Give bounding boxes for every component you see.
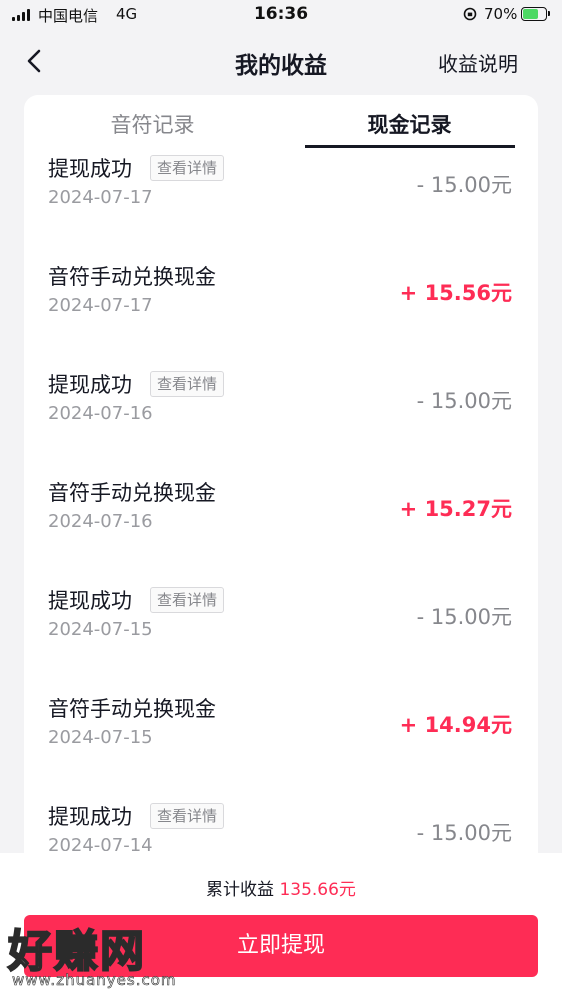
earnings-explanation-link[interactable]: 收益说明 [438, 48, 518, 77]
record-row[interactable]: 提现成功 查看详情 2024-07-14 - 15.00元 [24, 773, 538, 851]
record-name: 音符手动兑换现金 [48, 265, 216, 289]
record-name: 音符手动兑换现金 [48, 697, 216, 721]
view-details-button[interactable]: 查看详情 [150, 155, 225, 181]
record-tabs: 音符记录 现金记录 [24, 95, 538, 151]
record-row[interactable]: 音符手动兑换现金 2024-07-16 + 15.27元 [24, 449, 538, 557]
record-amount: - 15.00元 [416, 173, 512, 197]
status-bar: 中国电信 4G 16:36 70% [0, 0, 562, 30]
record-row[interactable]: 提现成功 查看详情 2024-07-15 - 15.00元 [24, 557, 538, 665]
record-date: 2024-07-16 [48, 511, 153, 532]
watermark-text: 好赚网 [7, 925, 146, 978]
record-amount: - 15.00元 [416, 605, 512, 629]
record-amount: + 14.94元 [399, 713, 512, 737]
cash-record-list[interactable]: 提现成功 查看详情 2024-07-17- 15.00元 音符手动兑换现金 2024-0… [24, 151, 538, 851]
tab-notes-records[interactable]: 音符记录 [24, 109, 281, 139]
record-name: 音符手动兑换现金 [48, 481, 216, 505]
record-date: 2024-07-15 [48, 619, 153, 640]
record-date: 2024-07-16 [48, 403, 153, 424]
active-tab-indicator [305, 145, 515, 148]
record-date: 2024-07-17 [48, 295, 153, 316]
record-row[interactable]: 提现成功 查看详情 2024-07-17 - 15.00元 [24, 151, 538, 233]
total-earnings-label: 累计收益 [206, 880, 275, 900]
record-row[interactable]: 音符手动兑换现金 2024-07-17 + 15.56元 [24, 233, 538, 341]
battery-icon [521, 7, 550, 21]
tab-cash-records[interactable]: 现金记录 [281, 109, 538, 139]
record-name: 提现成功 [48, 373, 132, 397]
view-details-button[interactable]: 查看详情 [150, 587, 225, 613]
total-earnings-value: 135.66元 [279, 880, 356, 900]
record-name: 提现成功 [48, 805, 132, 829]
header: 我的收益 收益说明 [0, 30, 562, 92]
record-amount: + 15.56元 [399, 281, 512, 305]
record-amount: - 15.00元 [416, 389, 512, 413]
record-row[interactable]: 提现成功 查看详情 2024-07-16 - 15.00元 [24, 341, 538, 449]
watermark-url: www.zhuanyes.com [12, 971, 177, 990]
record-date: 2024-07-14 [48, 835, 153, 851]
record-date: 2024-07-15 [48, 727, 153, 748]
rotation-lock-icon [463, 7, 477, 21]
record-amount: + 15.27元 [399, 497, 512, 521]
record-date: 2024-07-17 [48, 187, 153, 208]
watermark: 好赚网 www.zhuanyes.com [4, 915, 194, 995]
view-details-button[interactable]: 查看详情 [150, 371, 225, 397]
record-amount: - 15.00元 [416, 821, 512, 845]
record-row[interactable]: 音符手动兑换现金 2024-07-15 + 14.94元 [24, 665, 538, 773]
battery-percent: 70% [484, 5, 518, 23]
record-name: 提现成功 [48, 157, 132, 181]
status-time: 16:36 [253, 4, 309, 24]
total-earnings: 累计收益 135.66元 [0, 875, 562, 900]
record-name: 提现成功 [48, 589, 132, 613]
view-details-button[interactable]: 查看详情 [150, 803, 225, 829]
